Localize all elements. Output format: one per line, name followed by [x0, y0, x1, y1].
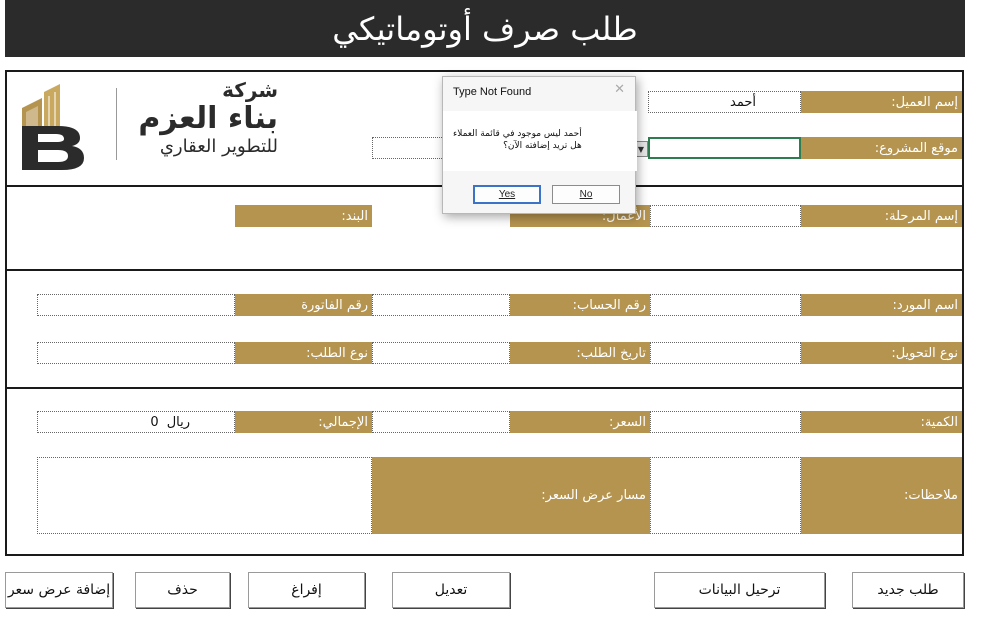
close-icon[interactable]: ✕	[614, 82, 625, 97]
dialog-message-line1: أحمد ليس موجود في قائمة العملاء	[453, 129, 582, 139]
building-logo-icon	[22, 84, 84, 170]
yes-button[interactable]: Yes	[473, 185, 541, 204]
request-date-field[interactable]	[372, 342, 510, 364]
project-location-field[interactable]	[648, 137, 801, 159]
company-logo: شركة بناء العزم للتطوير العقاري	[18, 78, 278, 178]
logo-line3: للتطوير العقاري	[159, 136, 278, 157]
project-location-label: موقع المشروع:	[801, 137, 962, 159]
quantity-label: الكمية:	[801, 411, 962, 433]
quote-path-field[interactable]	[37, 457, 372, 534]
transfer-type-label: نوع التحويل:	[801, 342, 962, 364]
dialog-title: Type Not Found	[453, 86, 532, 98]
total-field: ريال 0	[37, 411, 235, 433]
no-button[interactable]: No	[552, 185, 620, 204]
request-type-field[interactable]	[37, 342, 235, 364]
customer-name-field[interactable]: أحمد	[648, 91, 801, 113]
yes-button-label: Yes	[498, 189, 516, 200]
page-title: طلب صرف أوتوماتيكي	[5, 0, 965, 57]
new-request-button[interactable]: طلب جديد	[852, 572, 964, 608]
edit-button[interactable]: تعديل	[392, 572, 510, 608]
account-number-label: رقم الحساب:	[510, 294, 650, 316]
customer-name-label: إسم العميل:	[801, 91, 962, 113]
total-label: الإجمالي:	[235, 411, 372, 433]
total-value: 0	[150, 414, 159, 430]
request-type-label: نوع الطلب:	[235, 342, 372, 364]
logo-line2: بناء العزم	[138, 101, 278, 136]
type-not-found-dialog: Type Not Found ✕ أحمد ليس موجود في قائمة…	[442, 76, 637, 214]
notes-label: ملاحظات:	[801, 457, 962, 534]
post-data-button[interactable]: ترحيل البيانات	[654, 572, 825, 608]
no-button-label: No	[579, 189, 593, 200]
request-date-label: تاريخ الطلب:	[510, 342, 650, 364]
dialog-body: أحمد ليس موجود في قائمة العملاء هل تريد …	[443, 111, 637, 171]
supplier-name-field[interactable]	[650, 294, 801, 316]
stage-name-label: إسم المرحلة:	[801, 205, 962, 227]
invoice-number-field[interactable]	[37, 294, 235, 316]
quote-path-label: مسار عرض السعر:	[372, 457, 650, 534]
notes-field[interactable]	[650, 457, 801, 534]
quantity-field[interactable]	[650, 411, 801, 433]
works-field[interactable]	[650, 205, 801, 227]
logo-divider	[116, 88, 117, 160]
transfer-type-field[interactable]	[650, 342, 801, 364]
currency-label: ريال	[166, 414, 190, 430]
price-field[interactable]	[372, 411, 510, 433]
account-number-field[interactable]	[372, 294, 510, 316]
clear-button[interactable]: إفراغ	[248, 572, 365, 608]
supplier-name-label: اسم المورد:	[801, 294, 962, 316]
item-label: البند:	[235, 205, 372, 227]
delete-button[interactable]: حذف	[135, 572, 230, 608]
dialog-message: أحمد ليس موجود في قائمة العملاء هل تريد …	[453, 128, 582, 152]
add-quote-button[interactable]: إضافة عرض سعر	[5, 572, 113, 608]
invoice-number-label: رقم الفاتورة	[235, 294, 372, 316]
dialog-message-line2: هل تريد إضافته الآن؟	[503, 141, 582, 151]
price-label: السعر:	[510, 411, 650, 433]
logo-line1: شركة	[222, 78, 278, 102]
section-payment	[5, 269, 964, 387]
logo-text: شركة بناء العزم للتطوير العقاري	[138, 78, 278, 158]
